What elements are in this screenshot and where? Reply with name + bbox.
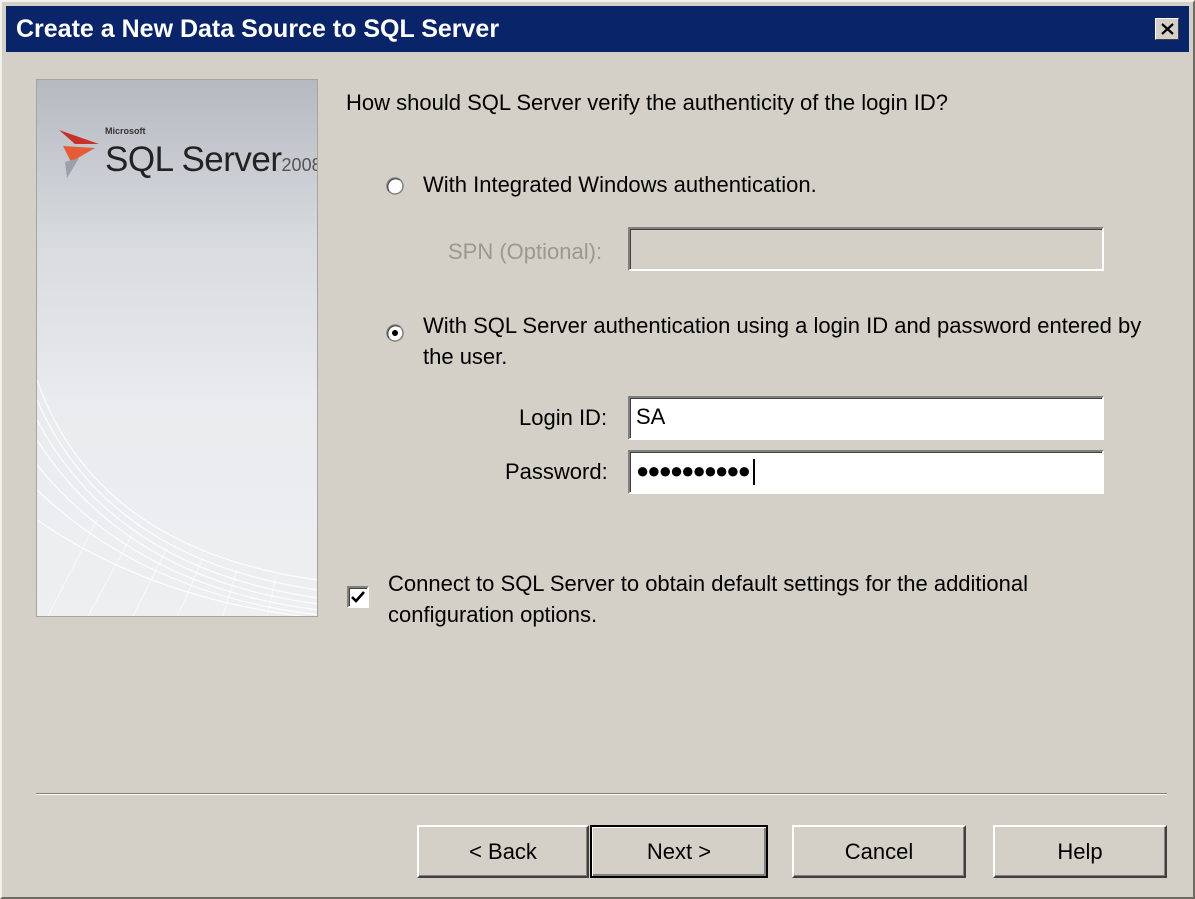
integrated-windows-label[interactable]: With Integrated Windows authentication. (423, 172, 817, 198)
help-button[interactable]: Help (993, 825, 1167, 878)
back-button[interactable]: < Back (417, 825, 589, 878)
sql-server-logo-icon (59, 130, 99, 178)
text-caret (752, 459, 755, 486)
dialog-window: Create a New Data Source to SQL Server M… (0, 0, 1195, 899)
radio-sql-server-auth[interactable] (386, 324, 404, 342)
login-id-input[interactable]: SA (628, 396, 1104, 440)
footer-separator-highlight (36, 794, 1167, 795)
password-label: Password: (505, 459, 608, 484)
connect-default-settings-checkbox[interactable] (347, 586, 369, 608)
checkmark-icon (351, 591, 365, 603)
logo-year: 2008 (281, 155, 318, 175)
auth-question: How should SQL Server verify the authent… (346, 90, 949, 115)
radio-integrated-windows[interactable] (386, 177, 404, 195)
logo-product-name: SQL Server (105, 140, 282, 179)
spn-field (628, 227, 1104, 271)
product-banner: Microsoft SQL Server2008 (36, 79, 318, 617)
close-icon (1161, 23, 1174, 35)
cancel-button[interactable]: Cancel (792, 825, 966, 878)
window-title: Create a New Data Source to SQL Server (16, 15, 500, 43)
password-input[interactable]: ●●●●●●●●●● (628, 450, 1104, 494)
logo-microsoft-text: Microsoft (105, 126, 146, 136)
spn-label: SPN (Optional): (448, 239, 603, 264)
connect-default-settings-label[interactable]: Connect to SQL Server to obtain default … (388, 568, 1108, 630)
password-value: ●●●●●●●●●● (636, 458, 751, 483)
title-bar[interactable]: Create a New Data Source to SQL Server (6, 6, 1189, 52)
close-button[interactable] (1155, 18, 1179, 40)
login-id-label: Login ID: (519, 405, 608, 430)
sql-server-logo: Microsoft SQL Server2008 (55, 122, 318, 192)
next-button[interactable]: Next > (590, 825, 768, 878)
sql-server-auth-label[interactable]: With SQL Server authentication using a l… (423, 310, 1143, 372)
logo-product-text: SQL Server2008 (105, 140, 318, 180)
